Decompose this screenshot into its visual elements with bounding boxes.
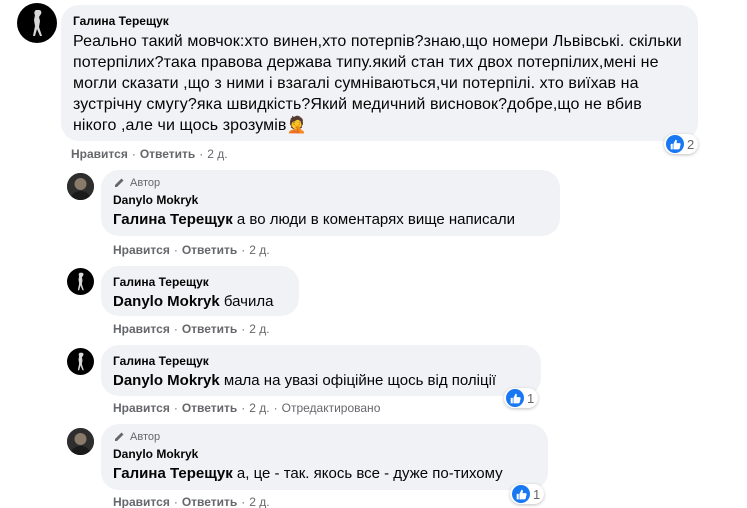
like-button[interactable]: Нравится xyxy=(71,147,128,161)
comment-author[interactable]: Галина Терещук xyxy=(113,353,529,369)
comment-bubble: Галина Терещук Реально такий мовчок:хто … xyxy=(61,5,698,141)
comment-bubble: Галина Терещук Danylo Mokryk бачила xyxy=(101,266,299,316)
reply-button[interactable]: Ответить xyxy=(182,243,237,257)
separator: · xyxy=(199,147,204,161)
silhouette-icon xyxy=(33,10,42,36)
comment-actions: Нравится · Ответить · 2 д. xyxy=(113,495,270,508)
reply-button[interactable]: Ответить xyxy=(140,147,195,161)
mention-link[interactable]: Галина Терещук xyxy=(113,465,233,482)
reaction-number: 1 xyxy=(527,390,535,406)
thumbs-up-icon xyxy=(666,135,684,153)
comment-bubble: Автор Danylo Mokryk Галина Терещук а во … xyxy=(101,170,560,236)
separator: · xyxy=(173,401,178,415)
comment-actions: Нравится · Ответить · 2 д. xyxy=(113,243,270,257)
like-button[interactable]: Нравится xyxy=(113,322,170,336)
avatar[interactable] xyxy=(67,173,94,200)
author-badge: Автор xyxy=(113,176,548,190)
avatar[interactable] xyxy=(67,348,94,375)
timestamp[interactable]: 2 д. xyxy=(249,495,269,508)
reaction-number: 1 xyxy=(533,486,541,502)
pencil-icon xyxy=(115,178,124,187)
author-badge-label: Автор xyxy=(130,431,161,443)
separator: · xyxy=(273,401,278,415)
comment-body: а, це - так. якось все - дуже по-тихому xyxy=(236,465,503,482)
comment-actions: Нравится · Ответить · 2 д. · Отредактиро… xyxy=(113,401,380,415)
avatar[interactable] xyxy=(67,428,94,455)
timestamp[interactable]: 2 д. xyxy=(249,243,269,257)
mention-link[interactable]: Галина Терещук xyxy=(113,211,233,228)
comment-bubble: Автор Danylo Mokryk Галина Терещук а, це… xyxy=(101,424,548,490)
avatar[interactable] xyxy=(67,268,94,295)
comment-body: бачила xyxy=(223,293,274,310)
reaction-number: 2 xyxy=(687,136,695,152)
comment-author[interactable]: Галина Терещук xyxy=(113,274,287,290)
comment-text: Danylo Mokryk мала на увазі офіційне щос… xyxy=(113,370,529,391)
reply-button[interactable]: Ответить xyxy=(182,401,237,415)
author-badge: Автор xyxy=(113,430,536,444)
separator: · xyxy=(131,147,136,161)
reply-button[interactable]: Ответить xyxy=(182,322,237,336)
comment-bubble: Галина Терещук Danylo Mokryk мала на ува… xyxy=(101,345,541,396)
timestamp[interactable]: 2 д. xyxy=(249,322,269,336)
comment-actions: Нравится · Ответить · 2 д. xyxy=(113,322,270,336)
separator: · xyxy=(241,401,246,415)
comment-text: Danylo Mokryk бачила xyxy=(113,291,287,312)
separator: · xyxy=(241,243,246,257)
reaction-count[interactable]: 2 xyxy=(664,134,699,154)
person-photo-icon xyxy=(67,428,94,455)
avatar[interactable] xyxy=(17,3,57,43)
separator: · xyxy=(173,322,178,336)
comment-author[interactable]: Danylo Mokryk xyxy=(113,192,548,208)
reaction-count[interactable]: 1 xyxy=(504,388,539,408)
facepalm-emoji: 🤦 xyxy=(286,117,307,134)
edited-label[interactable]: Отредактировано xyxy=(282,401,381,415)
separator: · xyxy=(241,495,246,508)
mention-link[interactable]: Danylo Mokryk xyxy=(113,372,220,389)
comment-body: мала на увазі офіційне щось від поліції xyxy=(223,372,497,389)
separator: · xyxy=(241,322,246,336)
like-button[interactable]: Нравится xyxy=(113,243,170,257)
timestamp[interactable]: 2 д. xyxy=(207,147,227,161)
reply-button[interactable]: Ответить xyxy=(182,495,237,508)
comment-actions: Нравится · Ответить · 2 д. xyxy=(71,147,228,161)
thumbs-up-icon xyxy=(506,389,524,407)
reaction-count[interactable]: 1 xyxy=(510,484,545,504)
comment-author[interactable]: Danylo Mokryk xyxy=(113,446,536,462)
timestamp[interactable]: 2 д. xyxy=(249,401,269,415)
author-badge-label: Автор xyxy=(130,177,161,189)
comment-text: Галина Терещук а во люди в коментарях ви… xyxy=(113,209,548,230)
thumbs-up-icon xyxy=(512,485,530,503)
like-button[interactable]: Нравится xyxy=(113,401,170,415)
silhouette-icon xyxy=(77,352,84,371)
comment-author[interactable]: Галина Терещук xyxy=(73,13,686,29)
pencil-icon xyxy=(115,432,124,441)
like-button[interactable]: Нравится xyxy=(113,495,170,508)
comment-body: Реально такий мовчок:хто винен,хто потер… xyxy=(73,33,682,134)
separator: · xyxy=(173,243,178,257)
separator: · xyxy=(173,495,178,508)
comment-body: а во люди в коментарях вище написали xyxy=(236,211,516,228)
person-photo-icon xyxy=(67,173,94,200)
comment-text: Реально такий мовчок:хто винен,хто потер… xyxy=(73,31,686,136)
comment-text: Галина Терещук а, це - так. якось все - … xyxy=(113,463,536,484)
mention-link[interactable]: Danylo Mokryk xyxy=(113,293,220,310)
silhouette-icon xyxy=(77,272,84,291)
